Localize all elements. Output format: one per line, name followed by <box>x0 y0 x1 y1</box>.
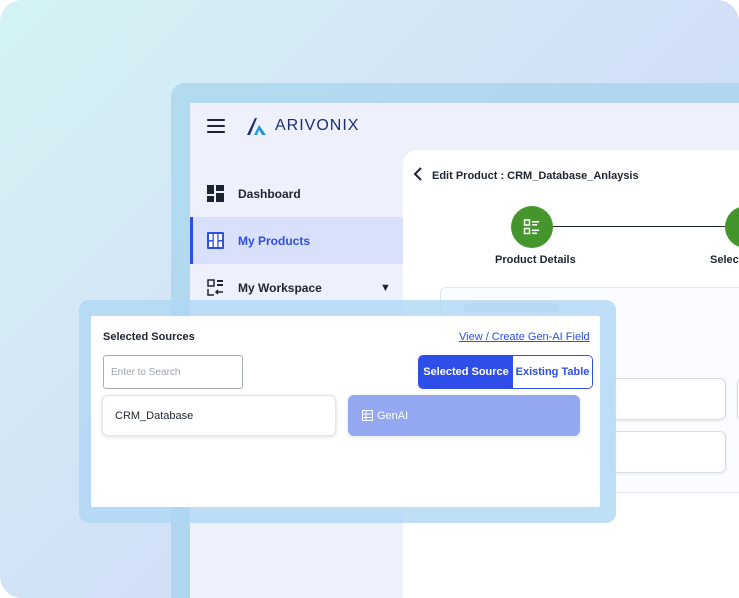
selected-source-button[interactable]: Selected Source <box>419 356 513 388</box>
sidebar-item-label: My Workspace <box>238 280 322 295</box>
step-label: Select <box>710 254 739 266</box>
page-title: Edit Product : CRM_Database_Anlaysis <box>432 170 639 182</box>
table-icon <box>362 410 373 421</box>
view-create-genai-link[interactable]: View / Create Gen-AI Field <box>459 331 590 343</box>
source-toggle: Selected Source Existing Table <box>418 355 593 389</box>
top-bar: ARIVONIX <box>190 103 739 149</box>
list-icon <box>523 219 539 235</box>
products-grid-icon <box>207 232 224 249</box>
selected-sources-dialog: Selected Sources View / Create Gen-AI Fi… <box>91 316 600 507</box>
step-product-details[interactable] <box>511 206 553 248</box>
step-select[interactable] <box>725 206 739 248</box>
back-arrow-icon[interactable] <box>412 167 424 181</box>
source-card-genai[interactable]: GenAI <box>348 395 580 436</box>
sidebar: Dashboard My Products My Workspace ▼ <box>190 170 403 311</box>
sidebar-item-label: Dashboard <box>238 186 301 201</box>
arivonix-logo-icon <box>247 118 266 135</box>
source-card-crm-database[interactable]: CRM_Database <box>102 395 336 436</box>
sidebar-item-label: My Products <box>238 233 311 248</box>
workspace-icon <box>207 279 223 296</box>
brand-name: ARIVONIX <box>275 117 360 134</box>
sidebar-item-my-products[interactable]: My Products <box>190 217 403 264</box>
existing-table-button[interactable]: Existing Table <box>513 356 592 388</box>
sidebar-item-dashboard[interactable]: Dashboard <box>190 170 403 217</box>
dialog-title: Selected Sources <box>103 331 195 343</box>
dashboard-icon <box>207 185 224 202</box>
search-input[interactable] <box>103 355 243 389</box>
step-label: Product Details <box>495 254 576 266</box>
chevron-down-icon[interactable]: ▼ <box>380 282 391 294</box>
source-chip[interactable] <box>611 431 726 473</box>
step-connector <box>553 226 725 227</box>
menu-icon[interactable] <box>207 119 225 133</box>
source-chip[interactable] <box>611 378 726 420</box>
source-card-label: GenAI <box>377 409 409 422</box>
background-stage: ARIVONIX Dashboard My Products My Worksp… <box>0 0 739 598</box>
